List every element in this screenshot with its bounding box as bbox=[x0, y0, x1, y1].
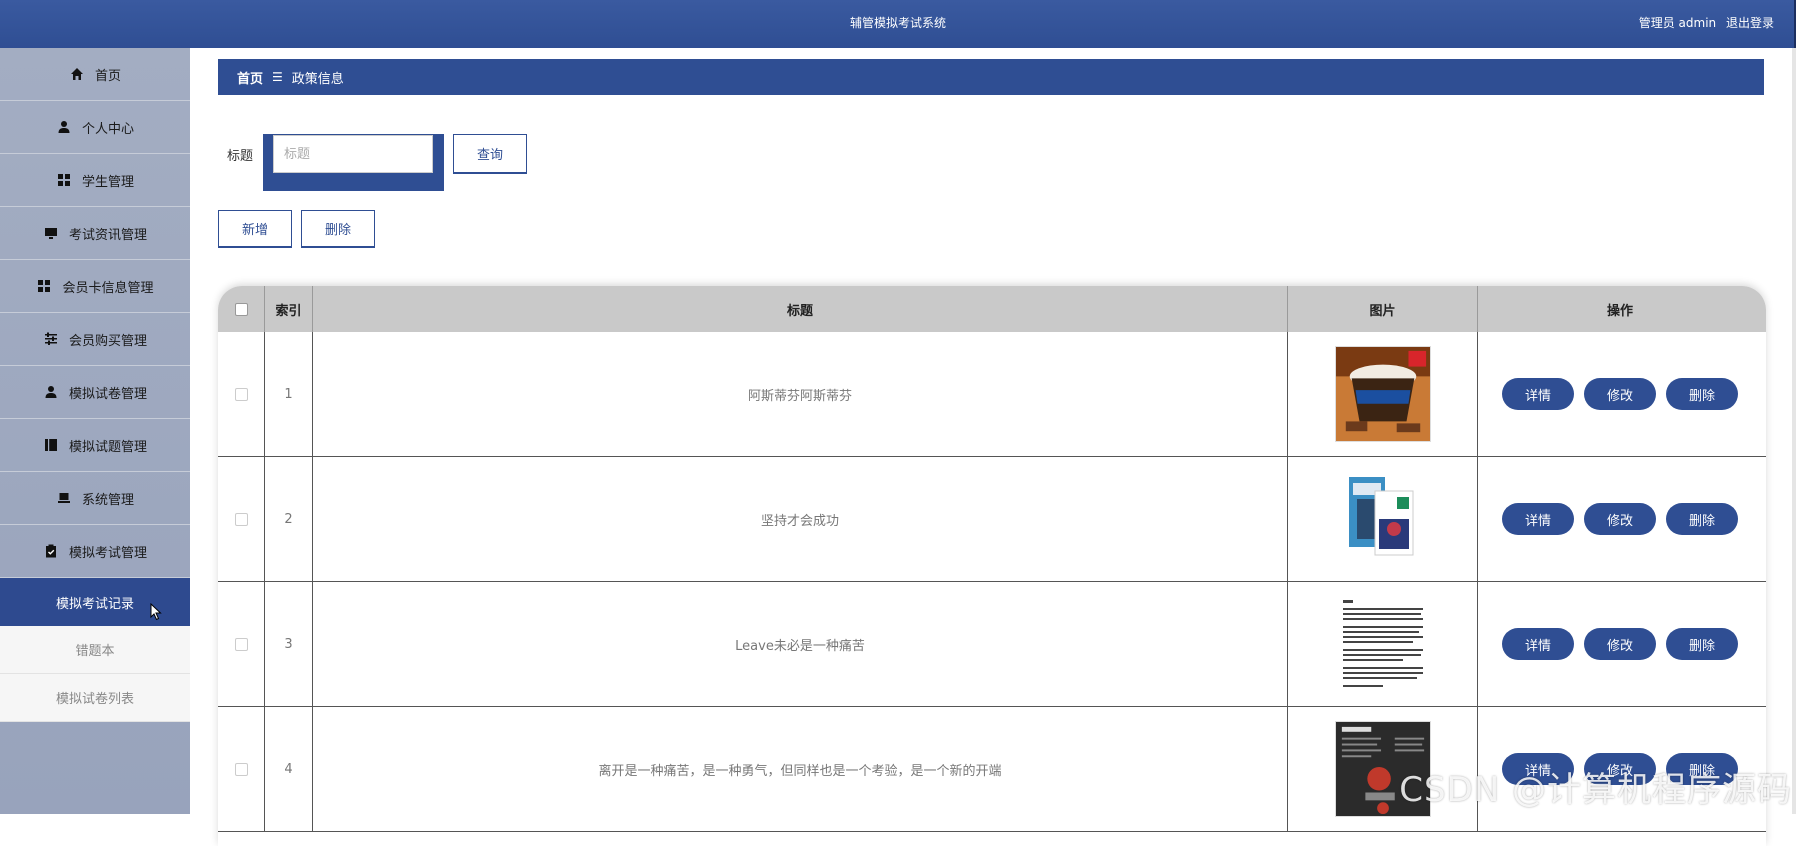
row-checkbox[interactable] bbox=[234, 387, 248, 401]
select-all-checkbox[interactable] bbox=[234, 302, 248, 316]
sidebar-item-label: 首页 bbox=[94, 68, 121, 84]
sidebar-item-system[interactable]: 系统管理 bbox=[0, 472, 190, 525]
app-title: 辅管模拟考试系统 bbox=[849, 16, 946, 30]
row-index: 1 bbox=[265, 332, 313, 456]
row-index: 4 bbox=[265, 707, 313, 831]
sidebar-item-mock-questions[interactable]: 模拟试题管理 bbox=[0, 419, 190, 472]
detail-button[interactable]: 详情 bbox=[1502, 378, 1574, 410]
table-row: 3 Leave未必是一种痛苦 详情 修改 删除 bbox=[218, 582, 1766, 707]
sidebar-subitem-mock-paper-list[interactable]: 模拟试卷列表 bbox=[0, 674, 190, 722]
delete-button[interactable]: 删除 bbox=[1666, 503, 1738, 535]
search-label: 标题 bbox=[227, 149, 254, 164]
scrollbar-track[interactable] bbox=[1792, 48, 1796, 814]
chocolate-bucket-image bbox=[1334, 346, 1431, 442]
row-operations: 详情 修改 删除 bbox=[1478, 457, 1762, 581]
row-index: 3 bbox=[265, 582, 313, 706]
detail-button[interactable]: 详情 bbox=[1502, 628, 1574, 660]
sidebar-item-member-purchase[interactable]: 会员购买管理 bbox=[0, 313, 190, 366]
header-operations: 操作 bbox=[1606, 303, 1633, 319]
row-title: Leave未必是一种痛苦 bbox=[313, 582, 1288, 706]
sidebar-item-profile[interactable]: 个人中心 bbox=[0, 101, 190, 154]
row-operations: 详情 修改 删除 bbox=[1478, 582, 1762, 706]
query-button[interactable]: 查询 bbox=[453, 134, 527, 174]
sidebar-item-label: 模拟试卷管理 bbox=[68, 386, 147, 402]
sidebar-item-home[interactable]: 首页 bbox=[0, 48, 190, 101]
sliders-icon bbox=[43, 331, 59, 347]
mouse-cursor-icon bbox=[150, 603, 162, 621]
sidebar-item-mock-papers[interactable]: 模拟试卷管理 bbox=[0, 366, 190, 419]
add-button[interactable]: 新增 bbox=[218, 210, 292, 248]
monitor-icon bbox=[43, 225, 59, 241]
row-title: 离开是一种痛苦，是一种勇气，但同样也是一个考验，是一个新的开端 bbox=[313, 707, 1288, 831]
row-title: 坚持才会成功 bbox=[313, 457, 1288, 581]
row-checkbox[interactable] bbox=[234, 762, 248, 776]
sidebar-item-students[interactable]: 学生管理 bbox=[0, 154, 190, 207]
grid-icon bbox=[56, 172, 72, 188]
header-title: 标题 bbox=[313, 286, 1288, 332]
home-icon bbox=[69, 66, 85, 82]
detail-button[interactable]: 详情 bbox=[1502, 503, 1574, 535]
row-title: 阿斯蒂芬阿斯蒂芬 bbox=[313, 332, 1288, 456]
clipboard-icon bbox=[43, 543, 59, 559]
sidebar-item-label: 个人中心 bbox=[81, 121, 134, 137]
sidebar-item-label: 会员购买管理 bbox=[68, 333, 147, 349]
delete-button[interactable]: 删除 bbox=[1666, 628, 1738, 660]
book-icon bbox=[43, 437, 59, 453]
breadcrumb-current: 政策信息 bbox=[291, 71, 344, 87]
sidebar-item-label: 模拟试题管理 bbox=[68, 439, 147, 455]
user-icon bbox=[56, 119, 72, 135]
batch-delete-button[interactable]: 删除 bbox=[301, 210, 375, 248]
sidebar-item-label: 系统管理 bbox=[81, 492, 134, 508]
edit-button[interactable]: 修改 bbox=[1584, 378, 1656, 410]
search-box bbox=[263, 134, 444, 191]
logout-link[interactable]: 退出登录 bbox=[1726, 16, 1774, 30]
watermark: CSDN @计算机程序源码 bbox=[1399, 770, 1792, 810]
sidebar-item-label: 考试资讯管理 bbox=[68, 227, 147, 243]
edit-button[interactable]: 修改 bbox=[1584, 628, 1656, 660]
magazine-covers-image bbox=[1334, 471, 1431, 567]
laptop-icon bbox=[56, 490, 72, 506]
sidebar-item-label: 学生管理 bbox=[81, 174, 134, 190]
table-header: 索引 标题 图片 操作 bbox=[218, 286, 1766, 332]
row-checkbox[interactable] bbox=[234, 637, 248, 651]
sidebar-item-label: 会员卡信息管理 bbox=[62, 280, 154, 296]
edit-button[interactable]: 修改 bbox=[1584, 503, 1656, 535]
sidebar-subitem-wrong-questions[interactable]: 错题本 bbox=[0, 626, 190, 674]
header-index: 索引 bbox=[265, 286, 313, 332]
table-row: 2 坚持才会成功 详情 修改 删除 bbox=[218, 457, 1766, 582]
row-checkbox[interactable] bbox=[234, 512, 248, 526]
breadcrumb-home[interactable]: 首页 bbox=[237, 68, 263, 87]
user-label: 管理员 admin bbox=[1638, 16, 1717, 30]
header-checkbox-cell bbox=[218, 286, 265, 332]
sidebar-item-label: 模拟考试管理 bbox=[68, 545, 147, 561]
grid-icon bbox=[36, 278, 52, 294]
row-index: 2 bbox=[265, 457, 313, 581]
header-image: 图片 bbox=[1288, 286, 1478, 332]
row-operations: 详情 修改 删除 bbox=[1478, 332, 1762, 456]
sidebar-item-member-card[interactable]: 会员卡信息管理 bbox=[0, 260, 190, 313]
breadcrumb: 首页 ☰ 政策信息 bbox=[218, 59, 1764, 95]
table-row: 1 阿斯蒂芬阿斯蒂芬 详情 修改 删除 bbox=[218, 332, 1766, 457]
user-icon bbox=[43, 384, 59, 400]
text-document-image bbox=[1334, 596, 1431, 692]
sidebar-item-mock-exam[interactable]: 模拟考试管理 bbox=[0, 525, 190, 578]
search-input[interactable] bbox=[273, 135, 433, 173]
menu-lines-icon: ☰ bbox=[272, 70, 283, 84]
sidebar: 首页 个人中心 学生管理 考试资讯管理 会员卡信息管理 会员购买管理 模拟试卷管… bbox=[0, 48, 190, 814]
delete-button[interactable]: 删除 bbox=[1666, 378, 1738, 410]
top-bar: 辅管模拟考试系统 管理员 admin 退出登录 bbox=[0, 0, 1796, 48]
user-area: 管理员 admin 退出登录 bbox=[1633, 14, 1774, 31]
sidebar-item-exam-news[interactable]: 考试资讯管理 bbox=[0, 207, 190, 260]
